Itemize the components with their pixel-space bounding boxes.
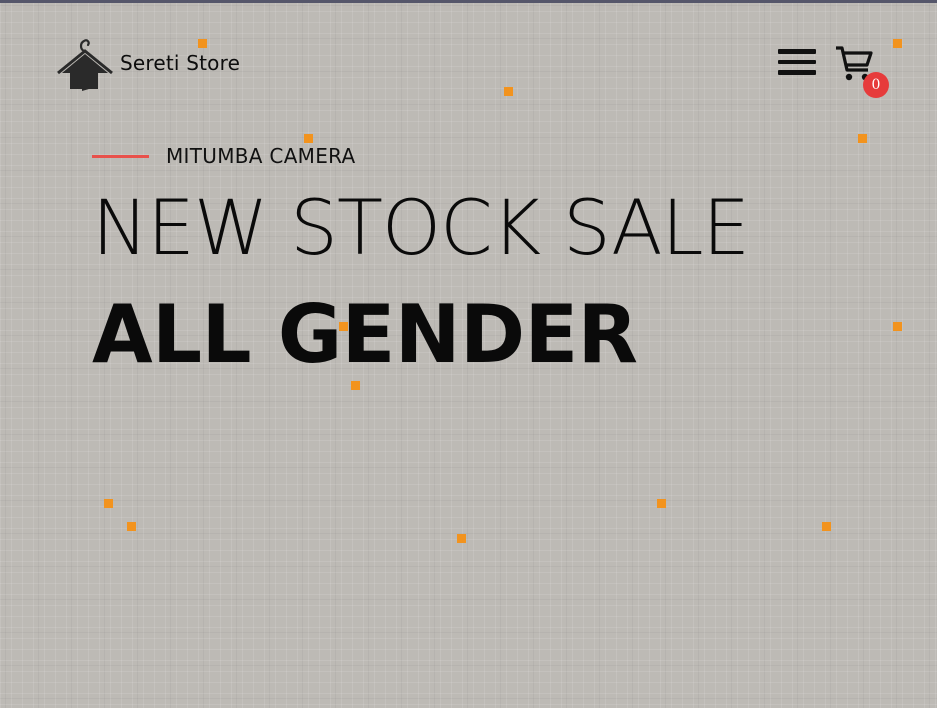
particle-dot <box>657 499 666 508</box>
menu-bar <box>778 70 816 75</box>
accent-line <box>92 154 149 158</box>
cart-button[interactable]: 0 <box>834 44 892 100</box>
cart-count-badge: 0 <box>863 72 889 98</box>
site-header: Sereti Store 0 <box>0 0 937 110</box>
hamburger-menu-icon[interactable] <box>778 49 818 79</box>
particle-dot <box>457 534 466 543</box>
hanger-house-icon <box>57 39 113 91</box>
particle-dot <box>127 522 136 531</box>
hero-eyebrow: MITUMBA CAMERA <box>92 138 912 174</box>
particle-dot <box>104 499 113 508</box>
hero-section: MITUMBA CAMERA NEW STOCK SALE ALL GENDER <box>92 138 912 375</box>
hero-headline: NEW STOCK SALE <box>92 183 750 272</box>
hero-subheadline: ALL GENDER <box>92 288 638 381</box>
hero-eyebrow-text: MITUMBA CAMERA <box>166 144 356 168</box>
brand-name: Sereti Store <box>120 51 241 75</box>
particle-dot <box>822 522 831 531</box>
menu-bar <box>778 59 816 64</box>
brand-logo-link[interactable]: Sereti Store <box>56 35 240 93</box>
menu-bar <box>778 49 816 54</box>
particle-dot <box>351 381 360 390</box>
